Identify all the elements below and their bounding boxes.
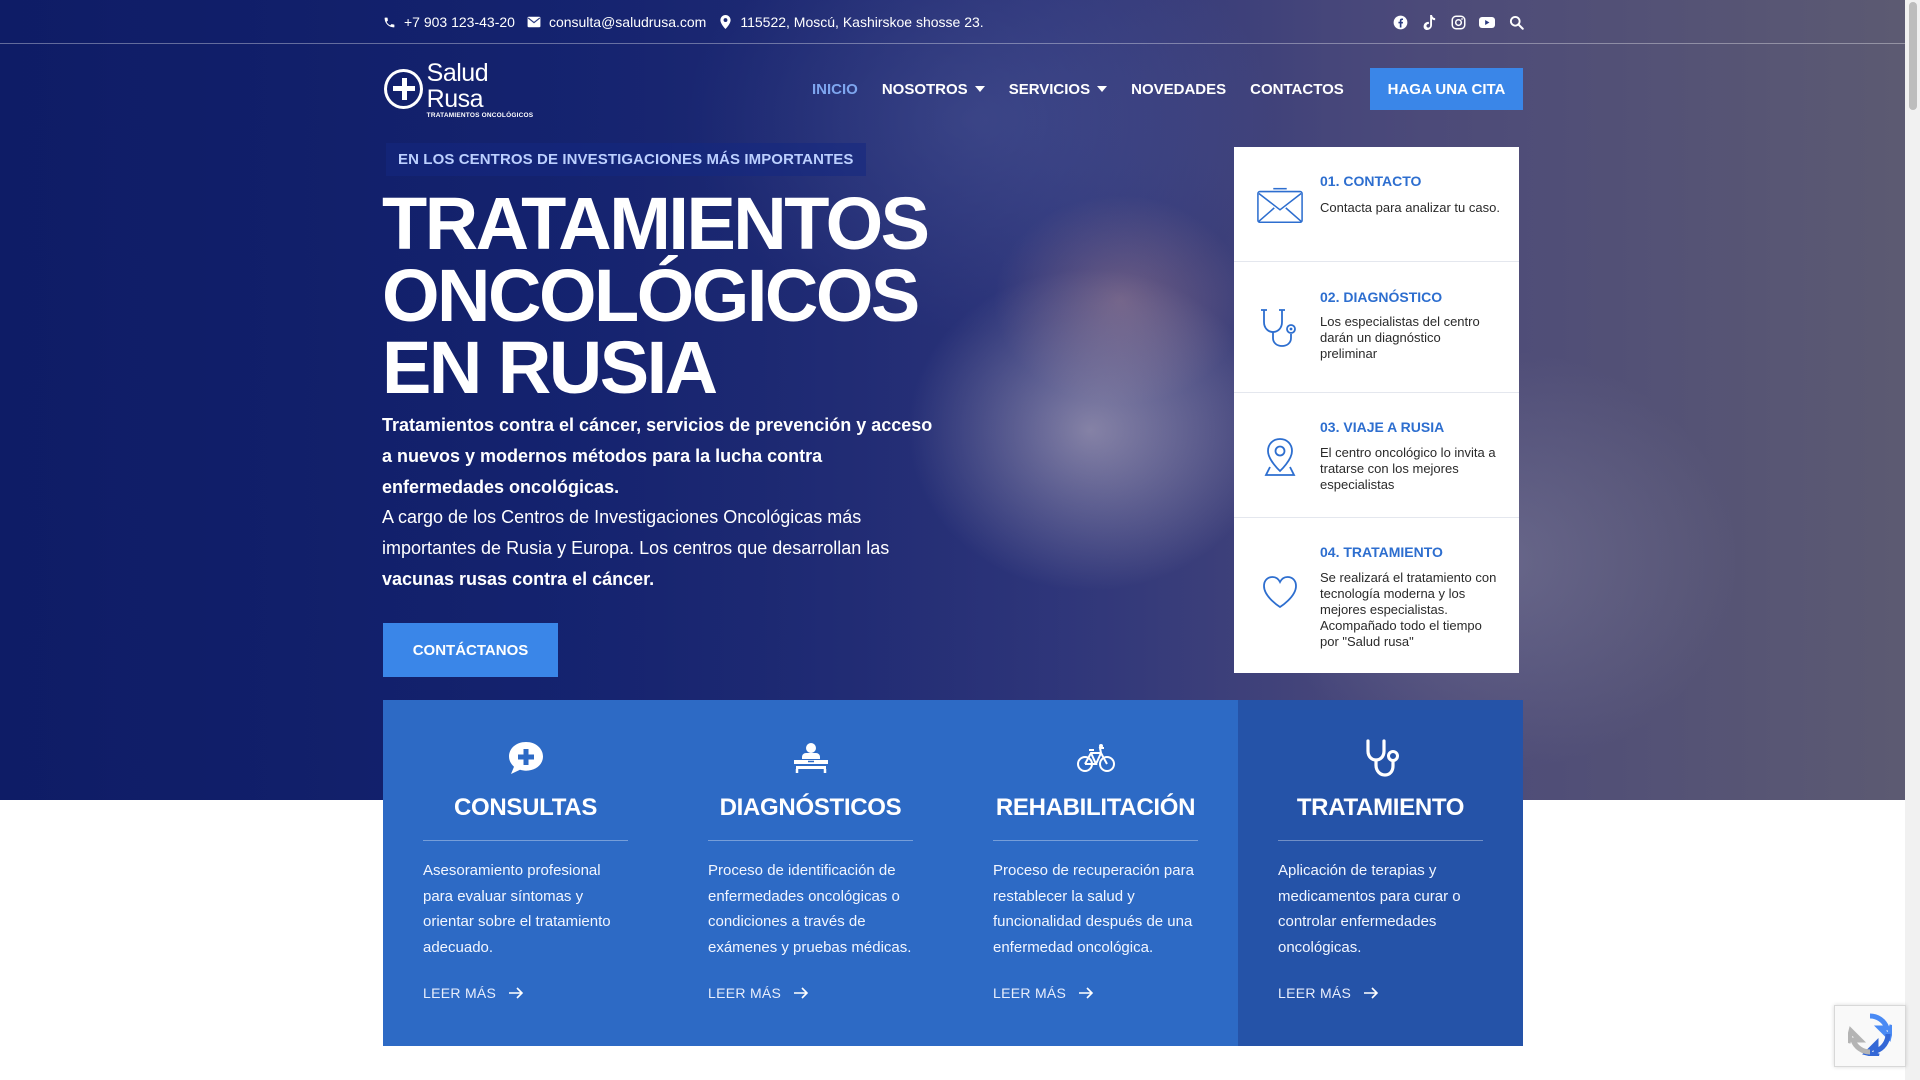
hero-title: TRATAMIENTOS ONCOLÓGICOS EN RUSIA bbox=[382, 182, 942, 409]
bicycle-icon bbox=[953, 738, 1238, 778]
caret-down-icon bbox=[974, 86, 985, 92]
step-desc: El centro oncológico lo invita a tratars… bbox=[1320, 445, 1496, 492]
hero-kicker: EN LOS CENTROS DE INVESTIGACIONES MÁS IM… bbox=[386, 143, 866, 176]
nav-item-servicios[interactable]: SERVICIOS bbox=[1008, 80, 1108, 98]
step-item: 03. VIAJE A RUSIA El centro oncológico l… bbox=[1234, 393, 1519, 518]
arrow-right-icon bbox=[1078, 987, 1094, 999]
logo-tagline: TRATAMIENTOS ONCOLÓGICOS bbox=[426, 111, 534, 119]
hero-body-text: A cargo de los Centros de Investigacione… bbox=[382, 507, 890, 558]
page: +7 903 123-43-20 consulta@saludrusa.com … bbox=[0, 0, 1920, 1080]
read-more-label: LEER MÁS bbox=[423, 985, 497, 1001]
map-pin-icon bbox=[1256, 433, 1304, 481]
service-desc: Asesoramiento profesional para evaluar s… bbox=[423, 862, 611, 956]
email-text: consulta@saludrusa.com bbox=[548, 14, 707, 30]
step-title: 02. DIAGNÓSTICO bbox=[1320, 289, 1443, 305]
social-links bbox=[1379, 10, 1524, 34]
patient-bed-icon bbox=[668, 738, 953, 778]
step-title: 04. TRATAMIENTO bbox=[1320, 544, 1443, 560]
step-desc: Se realizará el tratamiento con tecnolog… bbox=[1320, 570, 1497, 649]
search-icon[interactable] bbox=[1508, 14, 1524, 30]
service-card: REHABILITACIÓN Proceso de recuperación p… bbox=[953, 700, 1238, 1046]
service-title: REHABILITACIÓN bbox=[995, 794, 1196, 821]
hero-body-bold: vacunas rusas contra el cáncer. bbox=[382, 569, 655, 589]
read-more-label: LEER MÁS bbox=[993, 985, 1067, 1001]
nav-item-inicio[interactable]: INICIO bbox=[812, 81, 858, 98]
hero-overlay bbox=[0, 0, 1905, 800]
recaptcha-badge[interactable] bbox=[1834, 1005, 1906, 1067]
read-more-link[interactable]: LEER MÁS bbox=[708, 985, 809, 1001]
service-card: TRATAMIENTO Aplicación de terapias y med… bbox=[1238, 700, 1523, 1046]
steps-panel: 01. CONTACTO Contacta para analizar tu c… bbox=[1234, 147, 1519, 673]
service-divider bbox=[993, 840, 1198, 841]
contact-button[interactable]: CONTÁCTANOS bbox=[383, 623, 558, 677]
page-scrollbar[interactable] bbox=[1905, 0, 1920, 1080]
nav-item-contactos[interactable]: CONTACTOS bbox=[1250, 81, 1344, 98]
location-icon bbox=[718, 15, 732, 29]
nav-item-label: SERVICIOS bbox=[1008, 80, 1091, 98]
topbar-address[interactable]: 115522, Moscú, Kashirskoe shosse 23. bbox=[718, 14, 984, 30]
service-divider bbox=[1278, 840, 1483, 841]
arrow-right-icon bbox=[1363, 987, 1379, 999]
read-more-link[interactable]: LEER MÁS bbox=[1278, 985, 1379, 1001]
step-title: 01. CONTACTO bbox=[1320, 173, 1422, 189]
service-card: DIAGNÓSTICOS Proceso de identificación d… bbox=[668, 700, 953, 1046]
logo[interactable]: Salud Rusa TRATAMIENTOS ONCOLÓGICOS bbox=[384, 60, 546, 119]
step-desc: Los especialistas del centro darán un di… bbox=[1320, 314, 1480, 361]
service-card: CONSULTAS Asesoramiento profesional para… bbox=[383, 700, 668, 1046]
arrow-right-icon bbox=[508, 987, 524, 999]
read-more-label: LEER MÁS bbox=[1278, 985, 1352, 1001]
envelope-small-icon bbox=[527, 15, 541, 29]
facebook-icon[interactable] bbox=[1392, 14, 1408, 30]
caret-down-icon bbox=[1097, 86, 1108, 92]
instagram-icon[interactable] bbox=[1450, 14, 1466, 30]
topbar-phone[interactable]: +7 903 123-43-20 bbox=[382, 14, 515, 30]
hero-title-line: EN RUSIA bbox=[382, 326, 718, 409]
hero-title-line: ONCOLÓGICOS bbox=[382, 254, 920, 337]
nav-item-nosotros[interactable]: NOSOTROS bbox=[882, 81, 985, 98]
service-title: CONSULTAS bbox=[453, 794, 598, 821]
step-item: 01. CONTACTO Contacta para analizar tu c… bbox=[1234, 147, 1519, 262]
envelope-icon bbox=[1256, 181, 1304, 229]
step-item: 04. TRATAMIENTO Se realizará el tratamie… bbox=[1234, 518, 1519, 673]
scrollbar-thumb[interactable] bbox=[1909, 2, 1917, 110]
read-more-link[interactable]: LEER MÁS bbox=[993, 985, 1094, 1001]
address-text: 115522, Moscú, Kashirskoe shosse 23. bbox=[740, 14, 984, 30]
logo-cross-icon bbox=[384, 69, 423, 109]
heart-icon bbox=[1256, 568, 1304, 616]
service-title: TRATAMIENTO bbox=[1296, 794, 1465, 821]
step-item: 02. DIAGNÓSTICO Los especialistas del ce… bbox=[1234, 262, 1519, 393]
service-divider bbox=[423, 840, 628, 841]
service-desc: Aplicación de terapias y medicamentos pa… bbox=[1278, 862, 1461, 956]
tiktok-icon[interactable] bbox=[1421, 14, 1437, 30]
service-divider bbox=[708, 840, 913, 841]
youtube-icon[interactable] bbox=[1479, 14, 1495, 30]
service-title: DIAGNÓSTICOS bbox=[719, 794, 902, 821]
stethoscope-icon bbox=[1238, 738, 1523, 778]
services-section: CONSULTAS Asesoramiento profesional para… bbox=[383, 700, 1523, 1046]
chat-medical-icon bbox=[383, 738, 668, 778]
hero-lead: Tratamientos contra el cáncer, servicios… bbox=[382, 415, 933, 497]
read-more-link[interactable]: LEER MÁS bbox=[423, 985, 524, 1001]
phone-icon bbox=[382, 15, 396, 29]
main-nav: INICIO NOSOTROS SERVICIOS NOVEDADES CONT… bbox=[812, 72, 1368, 106]
appointment-button[interactable]: HAGA UNA CITA bbox=[1370, 68, 1523, 110]
nav-item-novedades[interactable]: NOVEDADES bbox=[1131, 81, 1226, 98]
step-desc: Contacta para analizar tu caso. bbox=[1320, 200, 1500, 215]
hero-title-line: TRATAMIENTOS bbox=[382, 182, 930, 265]
logo-name: Salud Rusa bbox=[426, 58, 489, 113]
phone-text: +7 903 123-43-20 bbox=[404, 14, 515, 30]
arrow-right-icon bbox=[793, 987, 809, 999]
step-title: 03. VIAJE A RUSIA bbox=[1320, 419, 1445, 435]
stethoscope-icon bbox=[1256, 304, 1304, 352]
service-desc: Proceso de identificación de enfermedade… bbox=[708, 862, 912, 956]
hero-body: A cargo de los Centros de Investigacione… bbox=[382, 502, 942, 595]
read-more-label: LEER MÁS bbox=[708, 985, 782, 1001]
topbar-email[interactable]: consulta@saludrusa.com bbox=[527, 14, 706, 30]
recaptcha-icon bbox=[1845, 1012, 1895, 1061]
topbar: +7 903 123-43-20 consulta@saludrusa.com … bbox=[382, 10, 1524, 34]
topbar-divider bbox=[0, 43, 1905, 44]
service-desc: Proceso de recuperación para restablecer… bbox=[993, 862, 1194, 956]
nav-item-label: NOSOTROS bbox=[881, 80, 968, 98]
